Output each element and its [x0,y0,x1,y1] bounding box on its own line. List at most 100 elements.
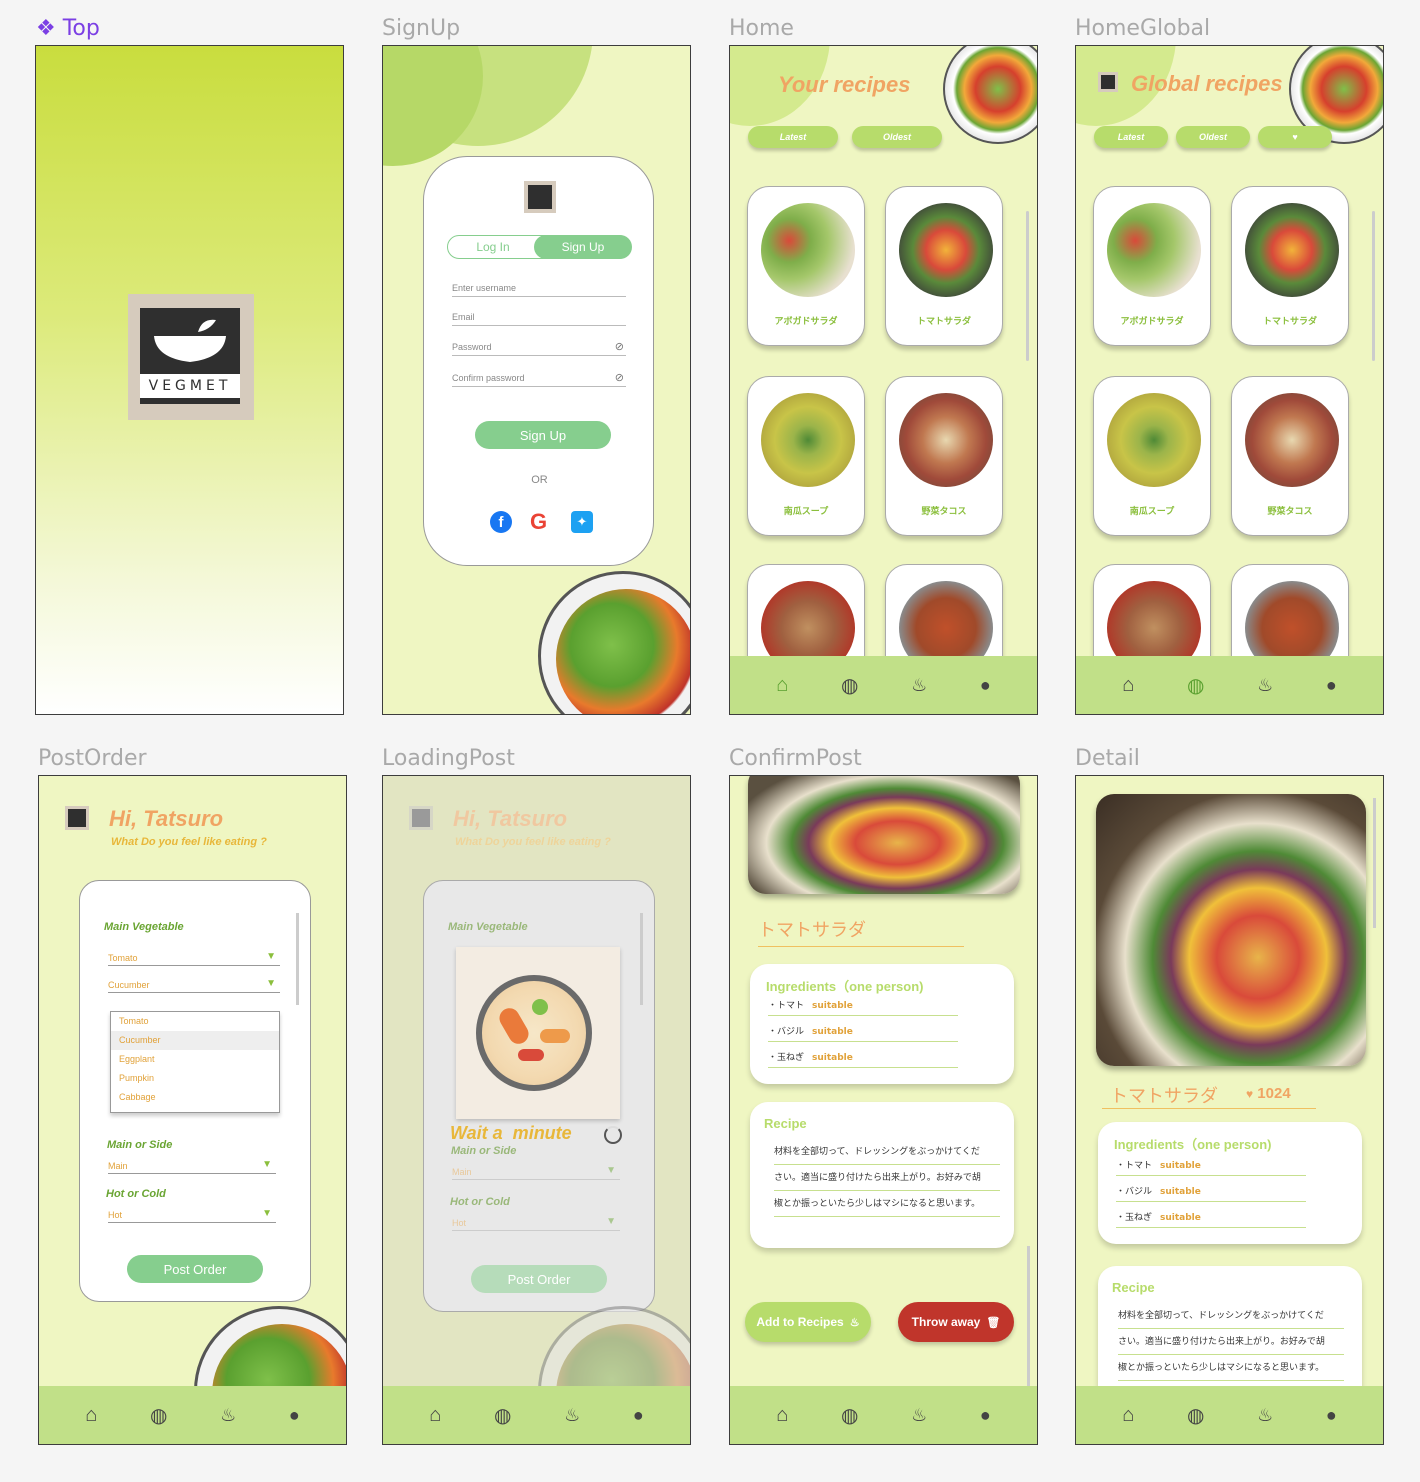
bottom-nav: ⌂ ◍ ♨ ● [1076,1386,1383,1444]
hot-cold-select[interactable]: Hot ▼ [452,1216,620,1231]
greeting: Hi, Tatsuro [453,806,568,831]
user-icon[interactable]: ● [289,1405,300,1426]
logo-wordmark: VEGMET [140,374,240,398]
home-icon[interactable]: ⌂ [1122,1404,1134,1427]
small-logo [65,806,89,830]
username-field[interactable]: Enter username [452,283,626,297]
globe-icon[interactable]: ◍ [494,1403,511,1428]
google-icon[interactable]: G [530,509,547,535]
filter-latest[interactable]: Latest [1094,126,1168,148]
confirm-password-field[interactable]: Confirm password ⊘ [452,371,626,387]
hot-cold-select[interactable]: Hot ▼ [108,1208,276,1223]
frame-confirmpost: トマトサラダ Ingredients（one person) ・トマト suita… [729,775,1038,1445]
throw-away-button[interactable]: Throw away 🗑 [898,1302,1014,1342]
post-order-button[interactable]: Post Order [471,1265,607,1293]
pot-icon: ♨ [849,1316,860,1329]
frame-label-confirmpost: ConfirmPost [729,746,862,771]
dropdown-option[interactable]: Pumpkin [111,1069,279,1088]
dropdown-option[interactable]: Cabbage [111,1088,279,1107]
heart-icon: ♥ [1246,1087,1254,1101]
home-icon[interactable]: ⌂ [776,1404,788,1427]
recipe-card[interactable]: 野菜タコス [885,376,1003,536]
filter-oldest[interactable]: Oldest [1176,126,1250,148]
user-icon[interactable]: ● [1326,1405,1337,1426]
avocado-salad-image [761,203,855,297]
frame-top-splash: VEGMET [35,45,344,715]
twitter-icon[interactable]: ✦ [571,511,593,533]
scrollbar[interactable] [1027,1246,1030,1386]
user-icon[interactable]: ● [980,675,991,696]
recipe-card[interactable]: 南瓜スープ [747,376,865,536]
frame-signup: Log In Sign Up Enter username Email Pass… [382,45,691,715]
dropdown-option[interactable]: Cucumber [111,1031,279,1050]
dropdown-arrow-icon: ▼ [606,1216,616,1227]
ingredients-title: Ingredients（one person) [1114,1137,1272,1152]
recipe-card[interactable]: アボガドサラダ [747,186,865,346]
main-side-select[interactable]: Main ▼ [108,1159,276,1174]
dropdown-option[interactable]: Tomato [111,1012,279,1031]
home-icon[interactable]: ⌂ [1122,674,1134,697]
pumpkin-soup-image [1107,393,1201,487]
user-icon[interactable]: ● [980,1405,991,1426]
facebook-icon[interactable]: f [490,511,512,533]
globe-icon[interactable]: ◍ [841,1403,858,1428]
recipe-card[interactable]: トマトサラダ [885,186,1003,346]
recipe-heading: Recipe [764,1116,807,1131]
eye-off-icon[interactable]: ⊘ [615,371,624,384]
home-icon[interactable]: ⌂ [85,1404,97,1427]
dropdown-option[interactable]: Eggplant [111,1050,279,1069]
scrollbar[interactable] [1373,798,1376,928]
recipe-line: 材料を全部切って、ドレッシングをぶっかけてくだ [774,1144,1000,1165]
pot-icon[interactable]: ♨ [1257,1405,1273,1426]
scrollbar[interactable] [296,913,299,1005]
user-icon[interactable]: ● [1326,675,1337,696]
vegetable-select-2[interactable]: Cucumber ▼ [108,978,280,993]
like-count[interactable]: ♥ 1024 [1246,1085,1291,1102]
pot-icon[interactable]: ♨ [911,1405,927,1426]
scrollbar[interactable] [640,913,643,1005]
home-icon[interactable]: ⌂ [776,674,788,697]
vegetable-select-1[interactable]: Tomato ▼ [108,951,280,966]
pot-icon[interactable]: ♨ [911,675,927,696]
tab-login[interactable]: Log In [448,236,538,258]
scrollbar[interactable] [1026,211,1029,361]
recipe-card[interactable]: トマトサラダ [1231,186,1349,346]
filter-favorites[interactable]: ♥ [1258,126,1332,148]
main-vegetable-label: Main Vegetable [104,921,184,933]
main-side-select[interactable]: Main ▼ [452,1165,620,1180]
dropdown-list: Tomato Cucumber Eggplant Pumpkin Cabbage [110,1011,280,1113]
filter-oldest[interactable]: Oldest [852,126,942,148]
eye-off-icon[interactable]: ⊘ [615,340,624,353]
password-field[interactable]: Password ⊘ [452,340,626,356]
frame-homeglobal: Global recipes Latest Oldest ♥ アボガドサラダ ト… [1075,45,1384,715]
add-to-recipes-button[interactable]: Add to Recipes ♨ [745,1302,871,1342]
main-or-side-label: Main or Side [451,1145,517,1157]
globe-icon[interactable]: ◍ [841,673,858,698]
recipe-card[interactable]: アボガドサラダ [1093,186,1211,346]
small-logo [409,806,433,830]
recipe-card[interactable]: 南瓜スープ [1093,376,1211,536]
globe-icon[interactable]: ◍ [150,1403,167,1428]
frame-detail: トマトサラダ ♥ 1024 Ingredients（one person) ・ト… [1075,775,1384,1445]
scrollbar[interactable] [1372,211,1375,361]
recipe-name: 南瓜スープ [783,507,829,517]
tomato-salad-image [1245,203,1339,297]
pot-icon[interactable]: ♨ [1257,675,1273,696]
globe-icon[interactable]: ◍ [1187,673,1204,698]
pot-icon[interactable]: ♨ [220,1405,236,1426]
recipe-card[interactable]: 野菜タコス [1231,376,1349,536]
email-field[interactable]: Email [452,312,626,326]
home-icon[interactable]: ⌂ [429,1404,441,1427]
recipe-name: 野菜タコス [921,507,967,517]
filter-latest[interactable]: Latest [748,126,838,148]
globe-icon[interactable]: ◍ [1187,1403,1204,1428]
app-logo: VEGMET [128,294,254,420]
user-icon[interactable]: ● [633,1405,644,1426]
pot-icon[interactable]: ♨ [564,1405,580,1426]
tab-signup[interactable]: Sign Up [534,235,632,259]
post-order-button[interactable]: Post Order [127,1255,263,1283]
recipe-card: Recipe 材料を全部切って、ドレッシングをぶっかけてくだ さい。適当に盛り付… [750,1102,1014,1248]
or-divider: OR [531,474,548,486]
button-label: Add to Recipes [756,1315,844,1329]
signup-button[interactable]: Sign Up [475,421,611,449]
